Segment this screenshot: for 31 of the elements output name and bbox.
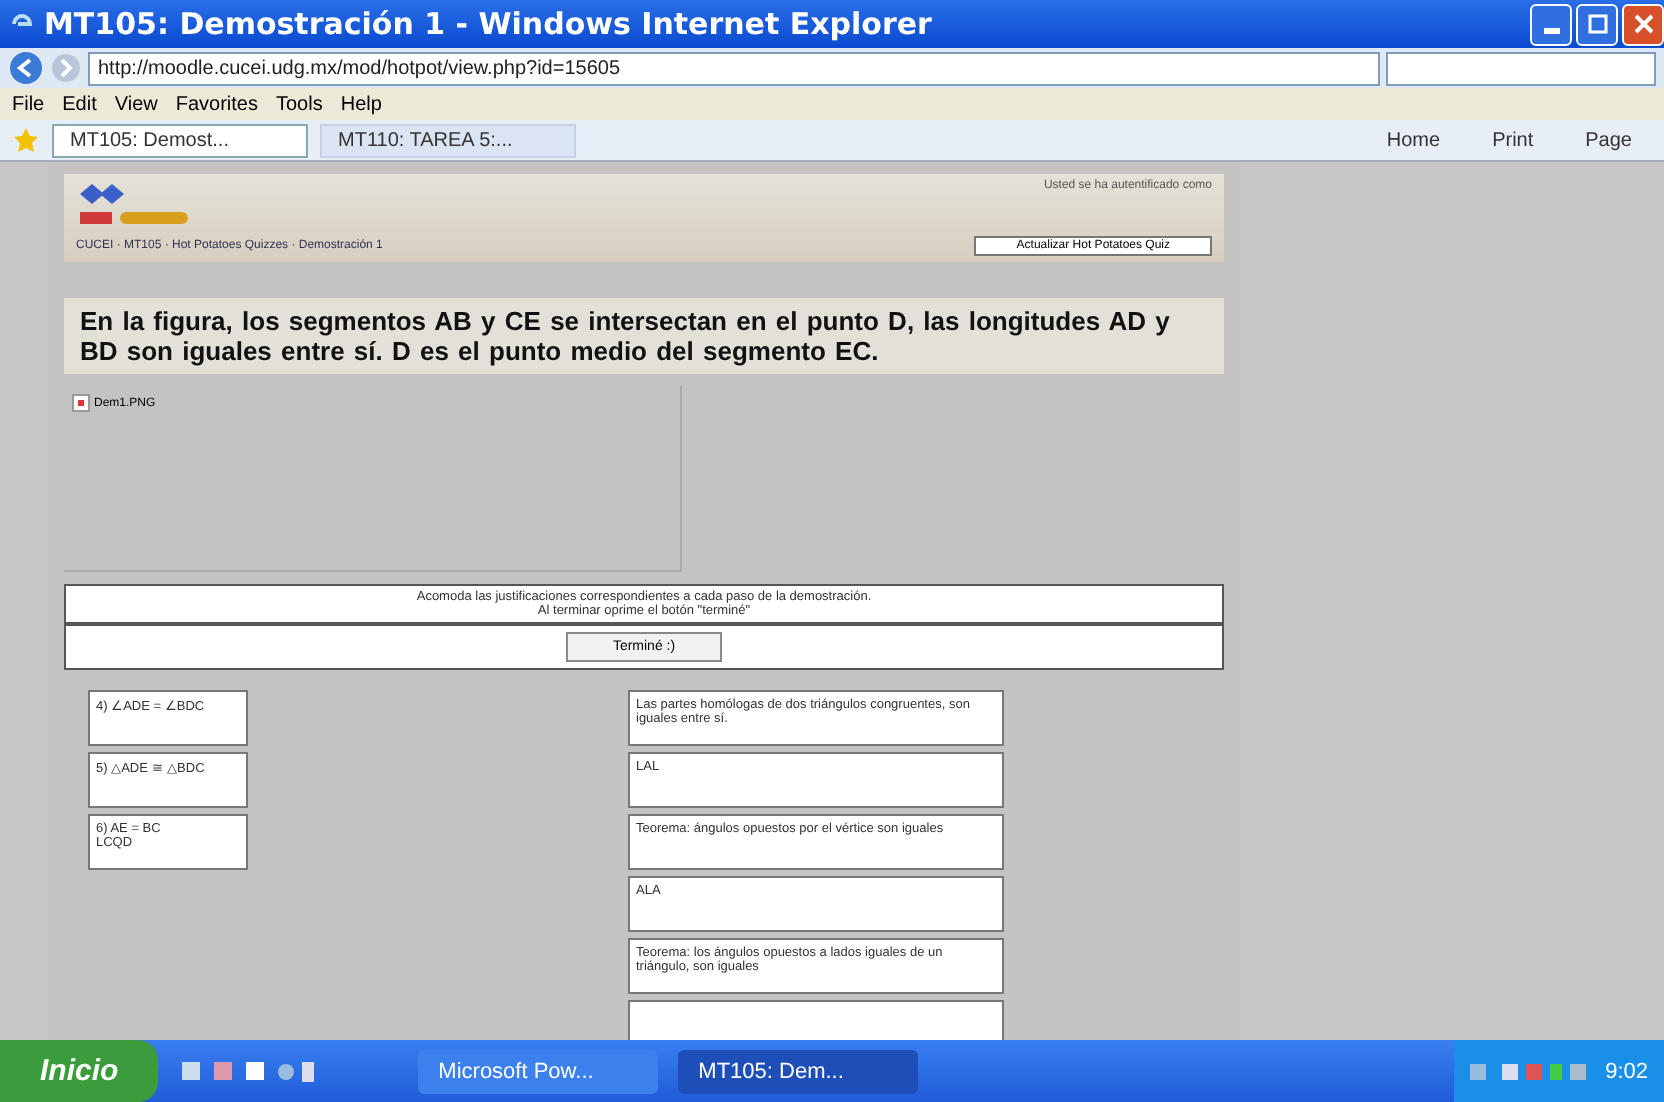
minimize-icon bbox=[1543, 27, 1559, 33]
window-title: MT105: Demostración 1 - Windows Internet Explorer bbox=[44, 6, 932, 42]
command-button[interactable]: Home bbox=[1366, 129, 1461, 151]
maximize-button[interactable] bbox=[1576, 3, 1618, 45]
close-button[interactable] bbox=[1622, 3, 1664, 45]
command-button[interactable]: Print bbox=[1472, 129, 1554, 151]
menu-item[interactable]: Help bbox=[340, 93, 382, 115]
minimize-button[interactable] bbox=[1530, 3, 1572, 45]
start-button[interactable]: Inicio bbox=[0, 1040, 159, 1102]
star-icon[interactable] bbox=[12, 126, 40, 154]
question-text: En la figura, los segmentos AB y CE se intersectan en el punto D, las longitudes AD y BD son iguales entre sí. D es el punto medio del segmento EC. bbox=[64, 298, 1224, 374]
close-icon bbox=[1633, 14, 1653, 34]
clock: 9:02 bbox=[1605, 1059, 1648, 1083]
menu-item[interactable]: View bbox=[114, 93, 158, 115]
quick-launch-icons[interactable] bbox=[178, 1059, 319, 1083]
back-icon[interactable] bbox=[8, 50, 44, 86]
justification-card[interactable] bbox=[628, 1000, 1004, 1040]
browser-tab[interactable]: MT110: TAREA 5:... bbox=[320, 123, 576, 157]
broken-image-icon bbox=[72, 394, 90, 412]
taskbar-item[interactable]: MT105: Dem... bbox=[678, 1049, 919, 1093]
search-field[interactable] bbox=[1386, 51, 1656, 85]
taskbar-item[interactable]: Microsoft Pow... bbox=[418, 1049, 659, 1093]
tray-icons[interactable] bbox=[1469, 1059, 1590, 1083]
menu-item[interactable]: File bbox=[12, 93, 45, 115]
maximize-icon bbox=[1587, 14, 1607, 34]
address-field[interactable]: http://moodle.cucei.udg.mx/mod/hotpot/view.php?id=15605 bbox=[88, 51, 1380, 85]
menu-item[interactable]: Favorites bbox=[175, 93, 258, 115]
browser-tab[interactable]: MT105: Demost... bbox=[52, 123, 308, 157]
menu-item[interactable]: Edit bbox=[62, 93, 97, 115]
command-button[interactable]: Page bbox=[1565, 129, 1652, 151]
menu-item[interactable]: Tools bbox=[275, 93, 323, 115]
